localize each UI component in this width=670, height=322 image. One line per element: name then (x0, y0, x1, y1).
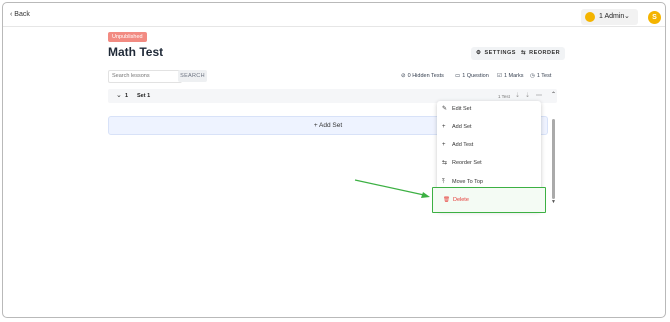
arrow-line (354, 179, 425, 196)
arrow-head (421, 192, 430, 198)
annotation-arrow (354, 179, 430, 198)
